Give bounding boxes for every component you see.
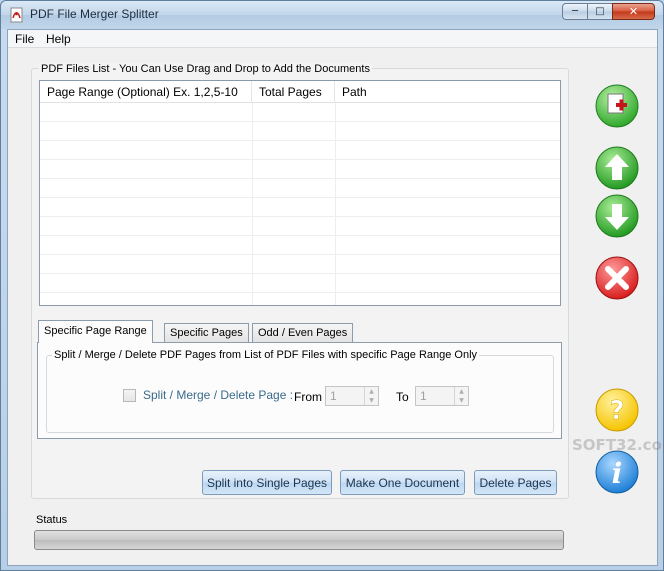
- stepper-up-icon[interactable]: ▲: [455, 387, 468, 396]
- tab-panel-page-range: Split / Merge / Delete PDF Pages from Li…: [37, 342, 562, 439]
- svg-text:?: ?: [609, 396, 624, 426]
- menu-bar: File Help: [8, 30, 657, 48]
- split-merge-delete-label[interactable]: Split / Merge / Delete Page :: [143, 388, 293, 402]
- remove-icon[interactable]: [594, 255, 640, 301]
- to-stepper-arrows[interactable]: ▲ ▼: [454, 387, 468, 405]
- window-controls: ─ □ ✕: [562, 3, 655, 20]
- list-grid-row: [40, 141, 560, 160]
- close-icon: ✕: [628, 5, 639, 18]
- column-path[interactable]: Path: [335, 81, 560, 103]
- from-page-stepper[interactable]: 1 ▲ ▼: [325, 386, 379, 406]
- tab-specific-pages[interactable]: Specific Pages: [164, 323, 249, 342]
- svg-text:i: i: [612, 457, 623, 490]
- minimize-icon: ─: [571, 6, 579, 17]
- list-grid-row: [40, 103, 560, 122]
- app-window: PDF File Merger Splitter ─ □ ✕ File Help…: [0, 0, 664, 571]
- from-page-value[interactable]: 1: [330, 389, 337, 403]
- maximize-icon: □: [595, 6, 605, 17]
- files-group-label: PDF Files List - You Can Use Drag and Dr…: [39, 63, 372, 75]
- list-grid-row: [40, 198, 560, 217]
- make-one-document-button[interactable]: Make One Document: [340, 470, 465, 495]
- client-area: File Help PDF Files List - You Can Use D…: [7, 29, 664, 566]
- menu-help[interactable]: Help: [46, 32, 71, 46]
- list-grid-row: [40, 255, 560, 274]
- split-into-single-pages-button[interactable]: Split into Single Pages: [202, 470, 332, 495]
- column-page-range[interactable]: Page Range (Optional) Ex. 1,2,5-10: [40, 81, 252, 103]
- minimize-button[interactable]: ─: [562, 3, 588, 20]
- pdf-app-icon: [10, 7, 23, 23]
- split-merge-delete-checkbox[interactable]: [123, 389, 136, 402]
- close-button[interactable]: ✕: [612, 3, 655, 20]
- pdf-files-list[interactable]: Page Range (Optional) Ex. 1,2,5-10 Total…: [39, 80, 561, 306]
- stepper-down-icon[interactable]: ▼: [365, 396, 378, 405]
- stepper-down-icon[interactable]: ▼: [455, 396, 468, 405]
- list-header: Page Range (Optional) Ex. 1,2,5-10 Total…: [40, 81, 560, 103]
- to-page-value[interactable]: 1: [420, 389, 427, 403]
- to-page-stepper[interactable]: 1 ▲ ▼: [415, 386, 469, 406]
- tab-specific-page-range[interactable]: Specific Page Range: [38, 320, 153, 343]
- window-title: PDF File Merger Splitter: [30, 7, 159, 21]
- menu-file[interactable]: File: [15, 32, 34, 46]
- help-icon[interactable]: ?: [594, 387, 640, 433]
- from-label: From: [294, 390, 322, 404]
- page-range-group-label: Split / Merge / Delete PDF Pages from Li…: [52, 349, 480, 361]
- stepper-up-icon[interactable]: ▲: [365, 387, 378, 396]
- list-grid-row: [40, 274, 560, 293]
- add-file-icon[interactable]: [594, 83, 640, 129]
- list-grid-row: [40, 160, 560, 179]
- list-grid-row: [40, 236, 560, 255]
- delete-pages-button[interactable]: Delete Pages: [474, 470, 557, 495]
- maximize-button[interactable]: □: [587, 3, 613, 20]
- list-grid-row: [40, 122, 560, 141]
- title-bar[interactable]: PDF File Merger Splitter ─ □ ✕: [1, 1, 663, 29]
- move-down-icon[interactable]: [594, 193, 640, 239]
- status-label: Status: [36, 514, 68, 526]
- to-label: To: [396, 390, 409, 404]
- list-grid-row: [40, 179, 560, 198]
- tab-odd-even-pages[interactable]: Odd / Even Pages: [252, 323, 354, 342]
- status-progress-bar: [34, 530, 564, 550]
- from-stepper-arrows[interactable]: ▲ ▼: [364, 387, 378, 405]
- info-icon[interactable]: i: [594, 449, 640, 495]
- move-up-icon[interactable]: [594, 145, 640, 191]
- list-grid-row: [40, 217, 560, 236]
- column-total-pages[interactable]: Total Pages: [252, 81, 335, 103]
